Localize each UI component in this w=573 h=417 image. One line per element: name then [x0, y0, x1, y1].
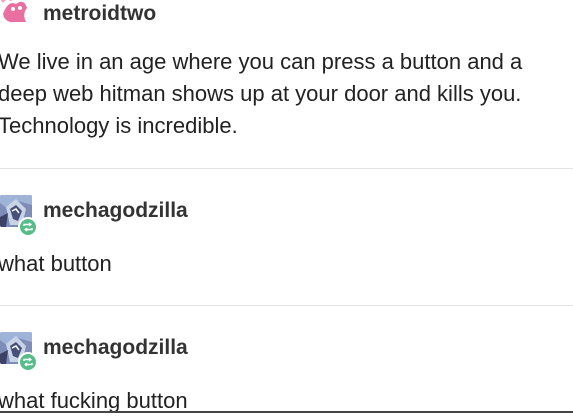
reblog-badge [18, 352, 38, 372]
bottom-border [0, 411, 573, 413]
post-reblog: mechagodzilla what button [0, 169, 573, 305]
post-body: We live in an age where you can press a … [0, 46, 573, 142]
post-body: what button [0, 248, 573, 280]
post-text-line: Technology is incredible. [0, 113, 238, 138]
post-original: metroidtwo We live in an age where you c… [0, 0, 573, 168]
post-reblog: mechagodzilla what fucking button [0, 306, 573, 415]
reblog-icon [23, 222, 33, 232]
avatar[interactable] [0, 0, 30, 24]
post-text-line: what button [0, 251, 112, 276]
post-text-line: deep web hitman shows up at your door an… [0, 81, 522, 106]
reblog-icon [23, 357, 33, 367]
reblog-badge [18, 217, 38, 237]
post-text-line: We live in an age where you can press a … [0, 49, 523, 74]
pink-character-avatar-icon [0, 0, 30, 24]
username[interactable]: mechagodzilla [43, 336, 188, 360]
username[interactable]: metroidtwo [43, 2, 156, 26]
username[interactable]: mechagodzilla [43, 199, 188, 223]
